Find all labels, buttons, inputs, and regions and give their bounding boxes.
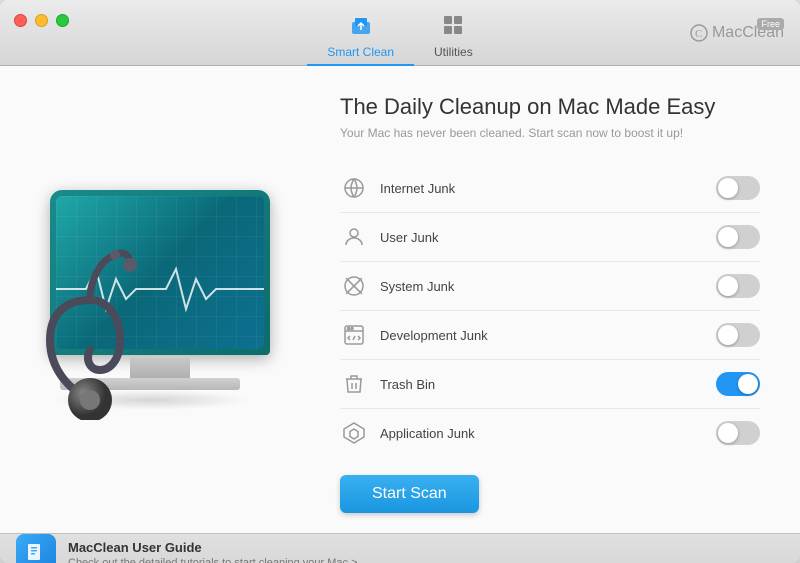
user-junk-label: User Junk [380,230,704,245]
application-junk-label: Application Junk [380,426,704,441]
internet-junk-label: Internet Junk [380,181,704,196]
smart-clean-icon [350,14,372,42]
tab-utilities[interactable]: Utilities [414,8,493,65]
application-junk-icon [340,419,368,447]
user-junk-icon [340,223,368,251]
scan-item-internet-junk: Internet Junk [340,164,760,213]
tab-bar: Smart Clean Utilities [307,8,492,65]
scan-item-system-junk: System Junk [340,262,760,311]
development-junk-label: Development Junk [380,328,704,343]
stethoscope [30,240,170,420]
mac-illustration [30,170,290,430]
main-content: The Daily Cleanup on Mac Made Easy Your … [0,66,800,533]
start-scan-button[interactable]: Start Scan [340,475,479,513]
tab-smart-clean[interactable]: Smart Clean [307,8,414,65]
app-window: Smart Clean Utilities Free C [0,0,800,563]
brand-logo: Free C MacClean [690,24,784,42]
utilities-icon [442,14,464,42]
page-subtitle: Your Mac has never been cleaned. Start s… [340,126,760,140]
application-junk-toggle[interactable] [716,421,760,445]
scan-items-list: Internet Junk User Junk [340,164,760,457]
scan-item-user-junk: User Junk [340,213,760,262]
svg-text:C: C [695,28,702,40]
trash-bin-label: Trash Bin [380,377,704,392]
trash-bin-toggle[interactable] [716,372,760,396]
free-badge: Free [757,18,784,30]
footer-title: MacClean User Guide [68,540,358,555]
footer-description: Check out the detailed tutorials to star… [68,557,358,563]
footer-guide-icon [16,534,56,563]
titlebar: Smart Clean Utilities Free C [0,0,800,66]
development-junk-toggle[interactable] [716,323,760,347]
close-button[interactable] [14,14,27,27]
system-junk-icon [340,272,368,300]
system-junk-toggle[interactable] [716,274,760,298]
trash-bin-icon [340,370,368,398]
scan-item-development-junk: Development Junk [340,311,760,360]
development-junk-icon [340,321,368,349]
minimize-button[interactable] [35,14,48,27]
right-panel: The Daily Cleanup on Mac Made Easy Your … [320,66,800,533]
footer-text: MacClean User Guide Check out the detail… [68,540,358,563]
footer: MacClean User Guide Check out the detail… [0,533,800,563]
page-title: The Daily Cleanup on Mac Made Easy [340,94,760,120]
system-junk-label: System Junk [380,279,704,294]
left-panel [0,66,320,533]
internet-junk-icon [340,174,368,202]
scan-item-trash-bin: Trash Bin [340,360,760,409]
internet-junk-toggle[interactable] [716,176,760,200]
traffic-lights [14,14,69,27]
tab-utilities-label: Utilities [434,45,473,59]
scan-item-application-junk: Application Junk [340,409,760,457]
tab-smart-clean-label: Smart Clean [327,45,394,59]
maximize-button[interactable] [56,14,69,27]
user-junk-toggle[interactable] [716,225,760,249]
